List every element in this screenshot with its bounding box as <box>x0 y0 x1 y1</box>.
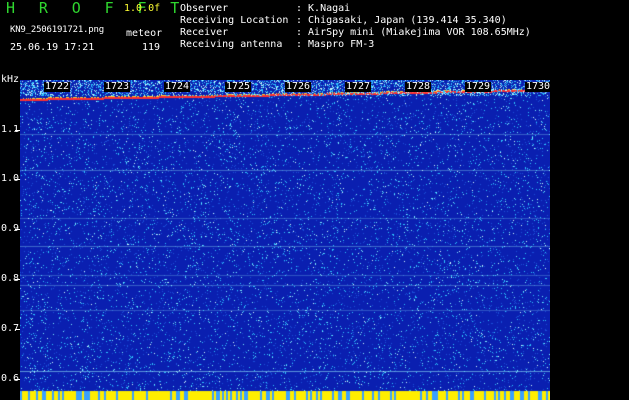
time-marker-label: 1726 <box>285 81 312 92</box>
spectrogram-canvas <box>20 80 550 400</box>
time-marker-label: 1723 <box>104 81 131 92</box>
version-label: 1.0.0f <box>124 3 161 14</box>
frequency-unit-label: kHz <box>1 74 20 85</box>
time-marker-label: 1725 <box>225 81 252 92</box>
time-marker-label: 1722 <box>44 81 71 92</box>
location-value: : Chigasaki, Japan (139.414 35.340) <box>296 15 507 26</box>
receiver-key: Receiver <box>180 27 229 38</box>
time-marker-label: 1724 <box>164 81 191 92</box>
hrofft-window: H R O F F T 1.0.0f KN9_2506191721.png me… <box>0 0 629 400</box>
datetime-label: 25.06.19 17:21 <box>10 42 95 53</box>
antenna-value: : Maspro FM-3 <box>296 39 375 50</box>
time-marker-label: 1727 <box>345 81 372 92</box>
time-marker-label: 1728 <box>405 81 432 92</box>
detection-type-label: meteor <box>126 28 163 39</box>
location-key: Receiving Location <box>180 15 289 26</box>
time-marker-label: 1730 <box>525 81 552 92</box>
time-marker-label: 1729 <box>465 81 492 92</box>
observer-value: : K.Nagai <box>296 3 351 14</box>
receiver-value: : AirSpy mini (Miakejima VOR 108.65MHz) <box>296 27 531 38</box>
filename-label: KN9_2506191721.png <box>10 25 104 35</box>
meteor-count: 119 <box>142 42 161 53</box>
observer-key: Observer <box>180 3 229 14</box>
spectrogram-waterfall <box>20 80 550 400</box>
antenna-key: Receiving antenna <box>180 39 283 50</box>
